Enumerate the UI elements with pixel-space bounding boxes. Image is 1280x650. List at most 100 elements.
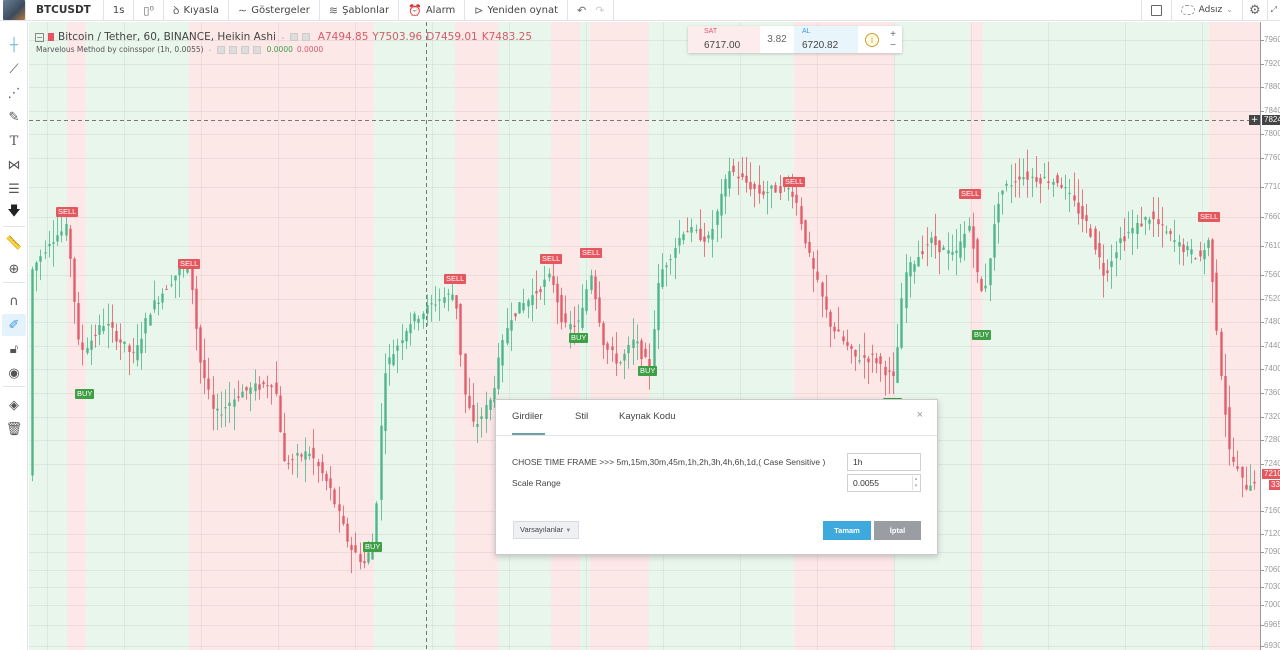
- dialog-tabs: Girdiler Stil Kaynak Kodu ×: [496, 400, 937, 436]
- price-chart[interactable]: [29, 22, 1260, 650]
- chevron-down-icon[interactable]: ⌄: [280, 33, 286, 41]
- candle-up: [1010, 185, 1013, 187]
- compare-button[interactable]: ꝺ Kıyasla: [164, 0, 228, 21]
- chart-type-button[interactable]: ▯⁰: [134, 0, 162, 21]
- divider: [3, 282, 25, 283]
- axis-tick-label: 7710: [1264, 182, 1280, 191]
- candle-down: [1056, 175, 1059, 184]
- fullscreen-button[interactable]: [1142, 0, 1171, 21]
- settings-icon[interactable]: [228, 45, 237, 54]
- candle-down: [346, 523, 349, 542]
- pattern-tool[interactable]: ⋈: [2, 154, 26, 176]
- plus-icon[interactable]: +: [890, 29, 896, 40]
- templates-button[interactable]: ≋ Şablonlar: [320, 0, 398, 21]
- crosshair-tool[interactable]: ┼: [2, 34, 26, 56]
- remove-drawings-tool[interactable]: 🗑︎: [2, 418, 26, 440]
- text-tool[interactable]: T: [2, 130, 26, 152]
- eye-icon: ◉: [8, 365, 20, 381]
- signal-buy: BUY: [363, 542, 383, 553]
- signal-sell: SELL: [580, 247, 603, 258]
- buy-button[interactable]: AL 6720.82: [794, 26, 858, 53]
- candle-down: [816, 271, 819, 280]
- trendline-tool[interactable]: ⟋: [2, 58, 26, 80]
- brush-tool[interactable]: ✎: [2, 106, 26, 128]
- axis-tick-label: 7360: [1264, 388, 1280, 397]
- source-code-icon[interactable]: [240, 45, 249, 54]
- axis-tick-label: 7280: [1264, 435, 1280, 444]
- layout-menu-button[interactable]: Adsız ⌄: [1172, 0, 1242, 21]
- trend-band-down: [189, 22, 374, 650]
- measure-tool[interactable]: 📏: [2, 232, 26, 254]
- candle-down: [468, 395, 471, 408]
- lock-tool[interactable]: 🔓︎: [2, 338, 26, 360]
- hide-drawings-tool[interactable]: ◉: [2, 362, 26, 384]
- remove-icon[interactable]: [252, 45, 261, 54]
- timeframe-input[interactable]: 1h: [847, 453, 921, 471]
- eye-toggle-icon[interactable]: [289, 33, 298, 41]
- signal-sell: SELL: [444, 274, 467, 285]
- candle-down: [686, 231, 689, 233]
- magnet-tool[interactable]: ∩: [2, 290, 26, 312]
- candle-down: [111, 322, 114, 328]
- trend-band-down: [67, 22, 86, 650]
- candle-down: [459, 303, 462, 355]
- add-alert-plus-icon[interactable]: +: [1249, 115, 1260, 125]
- stay-in-drawing-mode-tool[interactable]: ✐: [2, 314, 26, 336]
- candle-up: [959, 241, 962, 258]
- signal-sell: SELL: [540, 253, 563, 264]
- minus-icon[interactable]: −: [890, 40, 896, 51]
- redo-button[interactable]: ↷: [595, 0, 613, 21]
- eye-toggle-icon[interactable]: [216, 45, 225, 54]
- sell-button[interactable]: SAT 6717.00: [688, 26, 760, 53]
- indicators-button[interactable]: ∼ Göstergeler: [229, 0, 319, 21]
- candle-up: [711, 228, 714, 240]
- candle-up: [375, 503, 378, 544]
- quantity-stepper[interactable]: + −: [886, 26, 900, 53]
- user-avatar[interactable]: [3, 0, 25, 20]
- candle-up: [770, 185, 773, 189]
- ok-button[interactable]: Tamam: [823, 521, 871, 540]
- replay-button[interactable]: ⊳ Yeniden oynat: [465, 0, 567, 21]
- settings-icon[interactable]: [301, 33, 310, 41]
- icons-tool[interactable]: 🡇: [2, 202, 26, 224]
- tab-inputs[interactable]: Girdiler: [512, 411, 545, 435]
- candle-up: [1068, 192, 1071, 195]
- candle-up: [1119, 238, 1122, 244]
- expand-button[interactable]: ⤢: [1268, 0, 1280, 21]
- cancel-button[interactable]: İptal: [874, 521, 921, 540]
- tab-style[interactable]: Stil: [575, 411, 588, 422]
- chart-pane[interactable]: SELL BUY SELL BUY SELL SELL BUY SELL BUY SELL BUY S…: [29, 22, 1260, 650]
- spinner-arrows-icon[interactable]: ▴ ▾: [912, 476, 919, 490]
- zoom-in-icon: ⊕: [8, 261, 20, 277]
- candle-down: [934, 236, 937, 246]
- candle-up: [144, 318, 147, 334]
- candle-up: [447, 293, 450, 295]
- axis-tick-label: 6930: [1264, 641, 1280, 650]
- axis-tick-label: 6965: [1264, 620, 1280, 629]
- zoom-tool[interactable]: ⊕: [2, 258, 26, 280]
- indicator-settings-dialog: Girdiler Stil Kaynak Kodu × CHOSE TIME F…: [495, 399, 938, 555]
- symbol-search-button[interactable]: BTCUSDT: [26, 0, 103, 21]
- scale-range-input[interactable]: 0.0055 ▴ ▾: [847, 474, 921, 492]
- settings-button[interactable]: ⚙: [1243, 0, 1267, 21]
- axis-tick-label: 7160: [1264, 506, 1280, 515]
- prediction-tool[interactable]: ☰: [2, 178, 26, 200]
- price-axis[interactable]: 7960 7920 7880 7840 7800 7760 7710 7660 7610 7560…: [1260, 22, 1280, 650]
- collapse-icon[interactable]: −: [35, 32, 44, 42]
- flag-icon[interactable]: [48, 33, 54, 41]
- chevron-down-icon[interactable]: ⌄: [208, 46, 213, 53]
- interval-button[interactable]: 1s: [104, 0, 134, 21]
- alert-button[interactable]: ⏰ Alarm: [399, 0, 464, 21]
- pitchfork-tool[interactable]: ⋰: [2, 82, 26, 104]
- drawing-toolbar: ┼ ⟋ ⋰ ✎ T ⋈ ☰ 🡇 📏 ⊕ ∩ ✐ 🔓︎ ◉ ◈ 🗑︎: [0, 22, 28, 650]
- candle-up: [858, 360, 861, 362]
- candle-down: [279, 395, 282, 432]
- candle-down: [863, 355, 866, 358]
- object-tree-tool[interactable]: ◈: [2, 394, 26, 416]
- tab-source-code[interactable]: Kaynak Kodu: [619, 411, 676, 422]
- defaults-dropdown[interactable]: Varsayılanlar ▼: [513, 521, 579, 539]
- close-icon[interactable]: ×: [917, 409, 923, 421]
- undo-button[interactable]: ↶: [568, 0, 595, 21]
- info-button[interactable]: i: [858, 26, 886, 53]
- candle-up: [724, 179, 727, 197]
